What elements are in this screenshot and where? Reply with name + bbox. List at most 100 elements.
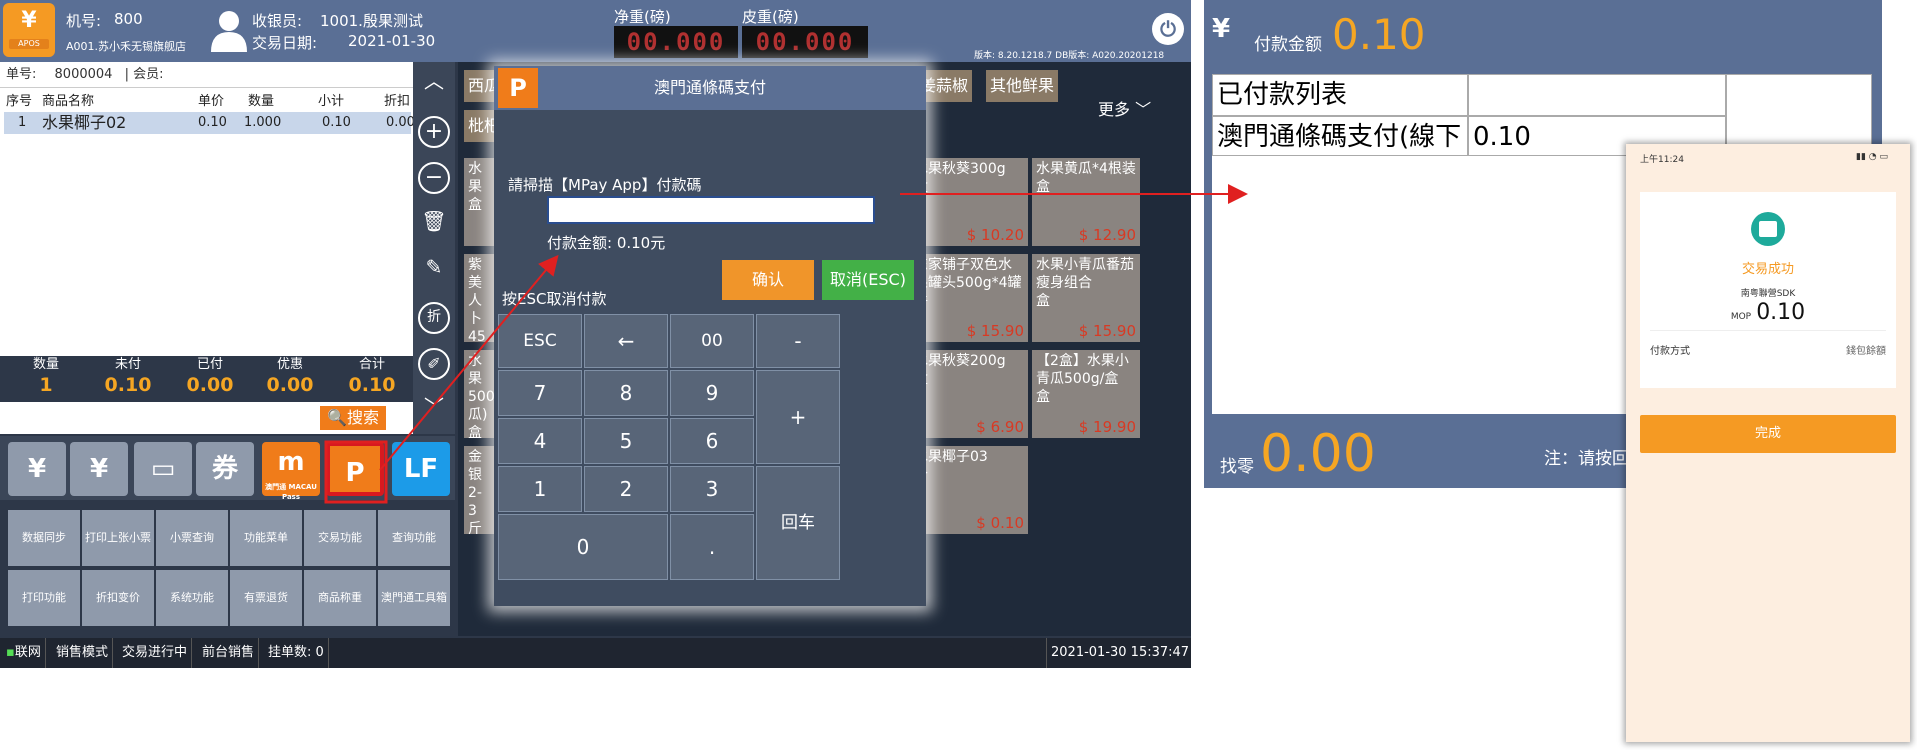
key-7[interactable]: 7 <box>498 370 582 416</box>
key-1[interactable]: 1 <box>498 466 582 512</box>
card-icon[interactable]: ▭ <box>134 442 192 496</box>
status-item: 销售模式 <box>52 638 114 668</box>
product-tile[interactable]: 水果黄瓜*4根装盒 $ 12.90 <box>1032 158 1140 246</box>
change-label: 找零 <box>1220 457 1254 477</box>
apos-logo: ¥ APOS <box>3 3 55 57</box>
func-button[interactable]: 交易功能 <box>304 510 376 566</box>
table-row[interactable]: 1 水果椰子02 0.10 1.000 0.10 0.00 <box>4 112 415 134</box>
cash-down-icon[interactable]: ¥ <box>8 442 66 496</box>
product-tile[interactable]: 水果小青瓜番茄瘦身组合盒 $ 15.90 <box>1032 254 1140 342</box>
macau-pass-icon[interactable]: m 澳門通 MACAU Pass <box>262 442 320 501</box>
store-icon <box>1751 212 1785 246</box>
summary-label: 优惠 <box>276 357 303 372</box>
esc-hint: 按ESC取消付款 <box>502 290 607 308</box>
power-icon[interactable]: ⏻ <box>1152 13 1184 45</box>
key-dot[interactable]: . <box>670 514 754 580</box>
key-8[interactable]: 8 <box>584 370 668 416</box>
cancel-button[interactable]: 取消(ESC) <box>822 260 914 300</box>
key-6[interactable]: 6 <box>670 418 754 464</box>
func-button[interactable]: 系统功能 <box>156 570 228 626</box>
status-item: 前台销售 <box>198 638 260 668</box>
product-tile[interactable]: 水果500g瓜) 盒 <box>464 350 494 438</box>
key-9[interactable]: 9 <box>670 370 754 416</box>
paid-list-header-blank <box>1468 74 1726 116</box>
summary-value: 0.00 <box>186 374 234 396</box>
key-2[interactable]: 2 <box>584 466 668 512</box>
product-tile[interactable]: 水果秋葵300g盒 $ 10.20 <box>914 158 1028 246</box>
trash-icon[interactable]: 🗑 <box>418 208 450 240</box>
summary-unpaid: 未付 0.10 <box>88 356 168 396</box>
currency: MOP <box>1730 312 1752 322</box>
product-tile[interactable]: 东家铺子双色水果罐头500g*4罐件 $ 15.90 <box>914 254 1028 342</box>
merchant-name: 南粤聯營SDK <box>1740 289 1796 299</box>
barcode-count: 1 <box>392 404 406 428</box>
func-button[interactable]: 打印功能 <box>8 570 80 626</box>
product-tile[interactable]: 水果秋葵200g盒 $ 6.90 <box>914 350 1028 438</box>
product-name: 【2盒】水果小青瓜500g/盒 <box>1036 353 1129 387</box>
barcode-input[interactable] <box>42 406 320 430</box>
pay-code-input[interactable] <box>547 196 875 224</box>
order-info: 单号: 8000004 | 会员: <box>0 62 413 88</box>
product-tile[interactable]: 水果椰子03个 $ 0.10 <box>914 446 1028 534</box>
product-tile[interactable]: 【2盒】水果小青瓜500g/盒盒 $ 19.90 <box>1032 350 1140 438</box>
lf-pay-icon[interactable]: LF <box>392 442 450 496</box>
product-price: $ 15.90 <box>1078 322 1136 340</box>
func-button[interactable]: 打印上张小票 <box>82 510 154 566</box>
func-button[interactable]: 小票查询 <box>156 510 228 566</box>
product-price: $ 19.90 <box>1078 418 1136 436</box>
key-0[interactable]: 0 <box>498 514 668 580</box>
summary-total: 合计 0.10 <box>332 356 412 396</box>
key-enter[interactable]: 回车 <box>756 466 840 580</box>
amount: 0.10 <box>1756 300 1806 325</box>
key-plus[interactable]: + <box>756 370 840 464</box>
product-name: 水果椰子03 <box>914 449 988 465</box>
product-tile[interactable]: 金银2-3斤盒 <box>464 446 494 534</box>
pay-amount-text: 付款金额: 0.10元 <box>547 234 666 252</box>
product-name: 水果小青瓜番茄瘦身组合 <box>1036 257 1134 291</box>
edit-icon[interactable]: ✎ <box>418 254 450 286</box>
row-subtotal: 0.10 <box>322 115 351 130</box>
func-button[interactable]: 查询功能 <box>378 510 450 566</box>
search-label: 搜索 <box>346 408 379 427</box>
product-price: $ 0.10 <box>976 514 1024 532</box>
coupon-icon[interactable]: 券 <box>196 442 254 496</box>
mpay-icon[interactable]: P <box>326 442 384 496</box>
logo-text: APOS <box>9 39 49 49</box>
cash-icon[interactable]: ¥ <box>70 442 128 496</box>
minus-icon[interactable]: − <box>418 162 450 194</box>
category-button[interactable]: 其他鲜果 <box>986 70 1059 102</box>
confirm-button[interactable]: 确认 <box>722 260 814 300</box>
key-00[interactable]: 00 <box>670 314 754 368</box>
product-name: 水果秋葵300g <box>914 161 1006 177</box>
scroll-up-icon[interactable]: ︿ <box>418 68 450 100</box>
more-button[interactable]: 更多 ﹀ <box>1098 96 1151 120</box>
barcode-bar: 条码 🔍搜索 1 <box>0 404 413 432</box>
func-button[interactable]: 数据同步 <box>8 510 80 566</box>
row-price: 0.10 <box>198 115 227 130</box>
product-tile[interactable]: 水果盒 <box>464 158 494 246</box>
product-tile[interactable]: 紫美人卜45袋 <box>464 254 494 342</box>
status-item: 交易进行中 <box>118 638 193 668</box>
done-button[interactable]: 完成 <box>1640 415 1896 453</box>
key-3[interactable]: 3 <box>670 466 754 512</box>
side-toolbar: ︿ + − 🗑 ✎ 折 ✐ ﹀ <box>413 62 455 434</box>
key-minus[interactable]: - <box>756 314 840 368</box>
func-button[interactable]: 有票退货 <box>230 570 302 626</box>
col-index: 序号 <box>6 94 33 109</box>
search-button[interactable]: 🔍搜索 <box>320 406 386 430</box>
pay-amount-label: 付款金额 <box>1254 35 1322 55</box>
func-button[interactable]: 功能菜单 <box>230 510 302 566</box>
key-4[interactable]: 4 <box>498 418 582 464</box>
key-5[interactable]: 5 <box>584 418 668 464</box>
dialog-header: P 澳門通條碼支付 <box>494 66 926 110</box>
discount-icon[interactable]: 折 <box>418 302 450 334</box>
scroll-down-icon[interactable]: ﹀ <box>418 394 450 426</box>
key-backspace[interactable]: ← <box>584 314 668 368</box>
func-button[interactable]: 商品称重 <box>304 570 376 626</box>
func-button[interactable]: 澳門通工具箱 <box>378 570 450 626</box>
func-button[interactable]: 折扣变价 <box>82 570 154 626</box>
status-item: ▪联网 <box>2 638 46 668</box>
pen-icon[interactable]: ✐ <box>418 348 450 380</box>
plus-icon[interactable]: + <box>418 116 450 148</box>
key-esc[interactable]: ESC <box>498 314 582 368</box>
